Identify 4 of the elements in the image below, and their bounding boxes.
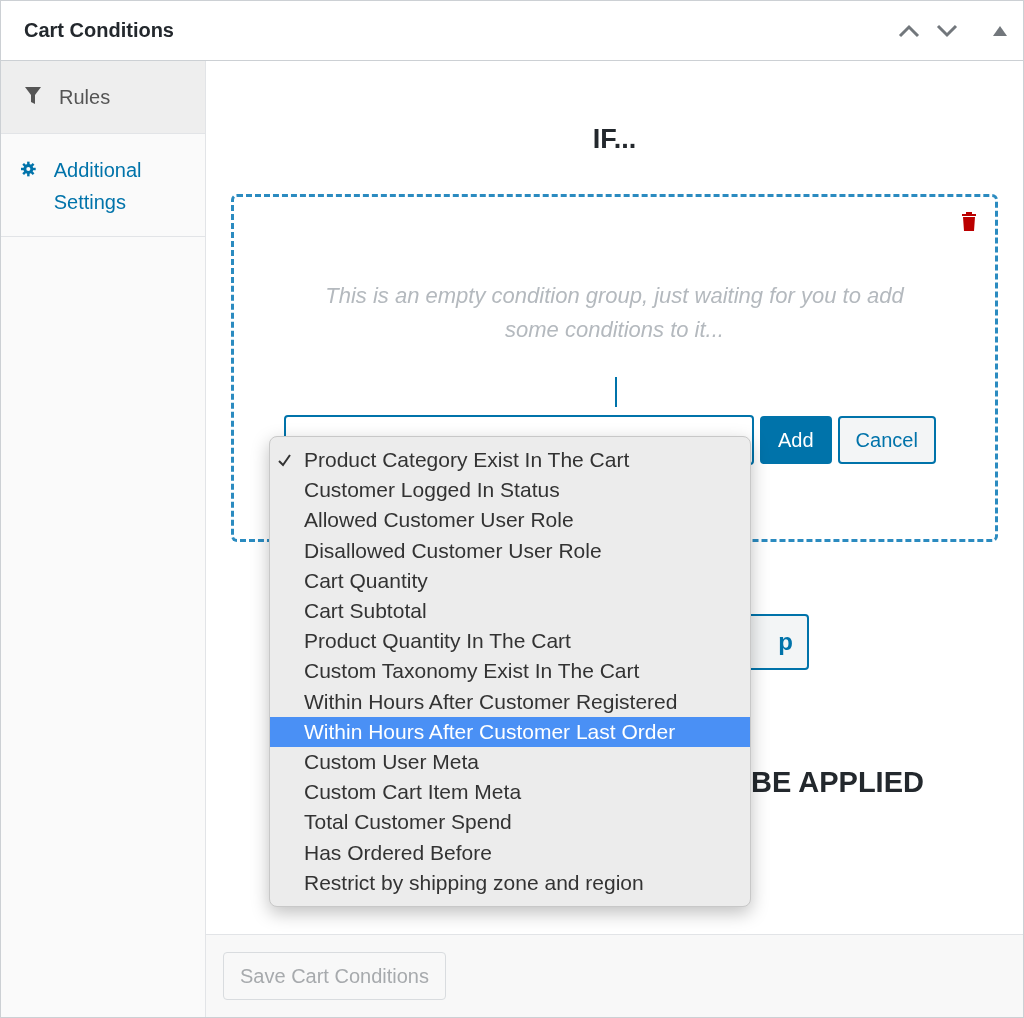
then-heading: BE APPLIED	[751, 765, 924, 800]
panel-title: Cart Conditions	[24, 19, 175, 42]
if-heading: IF...	[592, 123, 637, 156]
empty-group-message: This is an empty condition group, just waiting for you to add some conditions to it...	[324, 282, 905, 344]
